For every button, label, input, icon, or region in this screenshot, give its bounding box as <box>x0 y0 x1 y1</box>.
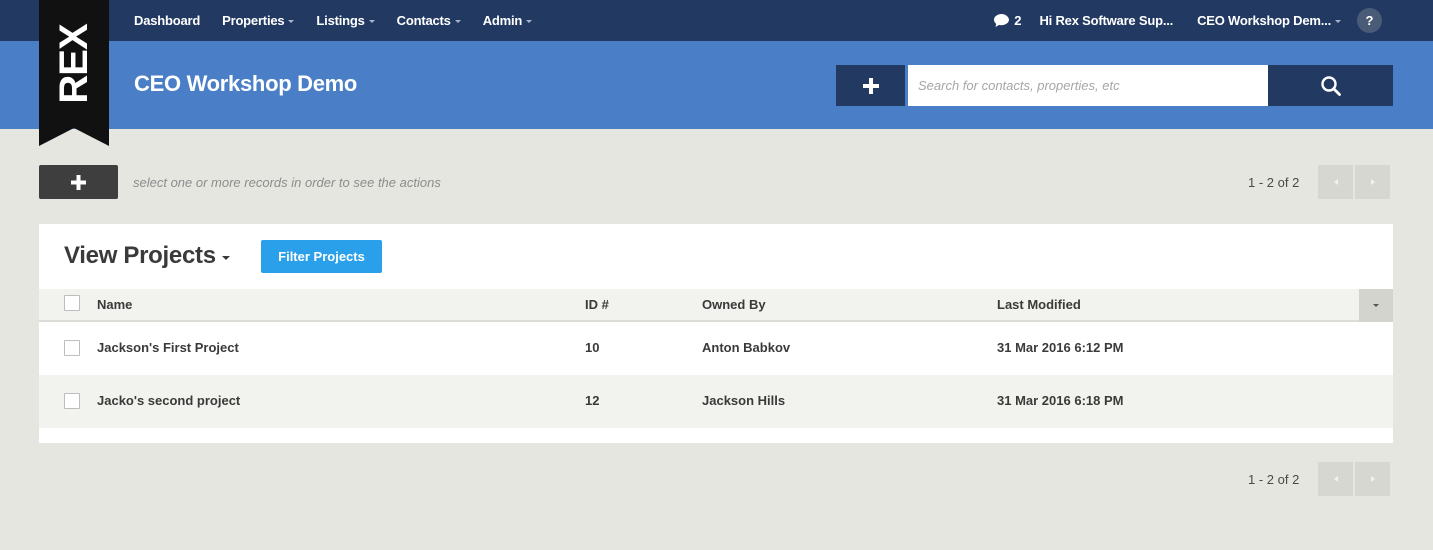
chevron-down-icon <box>221 255 230 260</box>
arrow-right-icon <box>1370 179 1375 185</box>
table-row[interactable]: Jacko's second project 12 Jackson Hills … <box>39 375 1393 428</box>
nav-properties-label: Properties <box>222 13 285 28</box>
pager-count-bottom: 1 - 2 of 2 <box>1248 472 1300 487</box>
search-icon <box>1320 75 1341 96</box>
plus-icon <box>862 77 879 94</box>
view-title: View Projects <box>64 242 216 269</box>
chevron-down-icon <box>1335 19 1341 23</box>
column-header-id[interactable]: ID # <box>585 297 609 312</box>
column-header-modified[interactable]: Last Modified <box>997 297 1081 312</box>
nav-admin-label: Admin <box>482 13 523 28</box>
page-title: CEO Workshop Demo <box>134 71 358 96</box>
cell-modified: 31 Mar 2016 6:18 PM <box>997 393 1124 408</box>
search-button[interactable] <box>1268 65 1393 106</box>
nav-admin[interactable]: Admin <box>482 13 533 28</box>
cell-modified: 31 Mar 2016 6:12 PM <box>997 340 1124 355</box>
messages-button[interactable]: 2 <box>993 13 1021 28</box>
next-page-button[interactable] <box>1355 165 1390 199</box>
chevron-down-icon <box>1373 304 1379 307</box>
arrow-left-icon <box>1333 179 1338 185</box>
logo-text: REX <box>52 23 96 104</box>
nav-dashboard[interactable]: Dashboard <box>134 13 200 28</box>
main-menu: Dashboard Properties Listings Contacts A… <box>134 0 554 41</box>
column-header-owner[interactable]: Owned By <box>702 297 766 312</box>
arrow-right-icon <box>1370 476 1375 482</box>
chevron-down-icon <box>526 19 533 23</box>
chat-bubble-icon <box>994 14 1010 27</box>
quick-add-button[interactable] <box>836 65 905 106</box>
plus-icon <box>71 174 86 190</box>
nav-listings[interactable]: Listings <box>316 13 375 28</box>
chevron-down-icon <box>288 19 295 23</box>
arrow-left-icon <box>1333 476 1338 482</box>
select-all-checkbox[interactable] <box>64 295 80 311</box>
column-options-button[interactable] <box>1359 289 1393 322</box>
add-record-button[interactable] <box>39 165 118 199</box>
prev-page-button-bottom[interactable] <box>1318 462 1353 496</box>
message-count: 2 <box>1014 13 1022 28</box>
view-selector[interactable]: View Projects <box>64 242 230 270</box>
user-area: 2 Hi Rex Software Sup... CEO Workshop De… <box>993 0 1433 41</box>
user-menu[interactable]: Hi Rex Software Sup... <box>1039 13 1173 28</box>
pager-count-top: 1 - 2 of 2 <box>1248 175 1300 190</box>
nav-listings-label: Listings <box>316 13 365 28</box>
top-nav: Dashboard Properties Listings Contacts A… <box>0 0 1433 41</box>
nav-dashboard-label: Dashboard <box>134 13 201 28</box>
nav-contacts[interactable]: Contacts <box>397 13 461 28</box>
prev-page-button[interactable] <box>1318 165 1353 199</box>
column-header-name[interactable]: Name <box>97 297 132 312</box>
help-button[interactable]: ? <box>1357 8 1382 33</box>
global-search-input[interactable] <box>908 65 1268 106</box>
table-header: Name ID # Owned By Last Modified <box>39 289 1393 322</box>
rex-logo[interactable]: REX <box>39 0 109 146</box>
cell-name: Jacko's second project <box>97 393 241 408</box>
cell-owner: Jackson Hills <box>702 393 786 408</box>
cell-id: 10 <box>585 340 600 355</box>
account-label: CEO Workshop Dem... <box>1197 13 1331 28</box>
chevron-down-icon <box>368 19 375 23</box>
selection-hint: select one or more records in order to s… <box>133 175 441 190</box>
filter-projects-button[interactable]: Filter Projects <box>261 240 382 273</box>
cell-owner: Anton Babkov <box>702 340 791 355</box>
row-checkbox[interactable] <box>64 393 80 409</box>
next-page-button-bottom[interactable] <box>1355 462 1390 496</box>
projects-panel: View Projects Filter Projects Name ID # … <box>39 224 1393 443</box>
account-menu[interactable]: CEO Workshop Dem... <box>1197 13 1341 28</box>
page-header: CEO Workshop Demo <box>0 41 1433 129</box>
table-row[interactable]: Jackson's First Project 10 Anton Babkov … <box>39 322 1393 375</box>
cell-id: 12 <box>585 393 600 408</box>
row-checkbox[interactable] <box>64 340 80 356</box>
nav-contacts-label: Contacts <box>396 13 451 28</box>
nav-properties[interactable]: Properties <box>222 13 295 28</box>
chevron-down-icon <box>454 19 461 23</box>
cell-name: Jackson's First Project <box>97 340 239 355</box>
